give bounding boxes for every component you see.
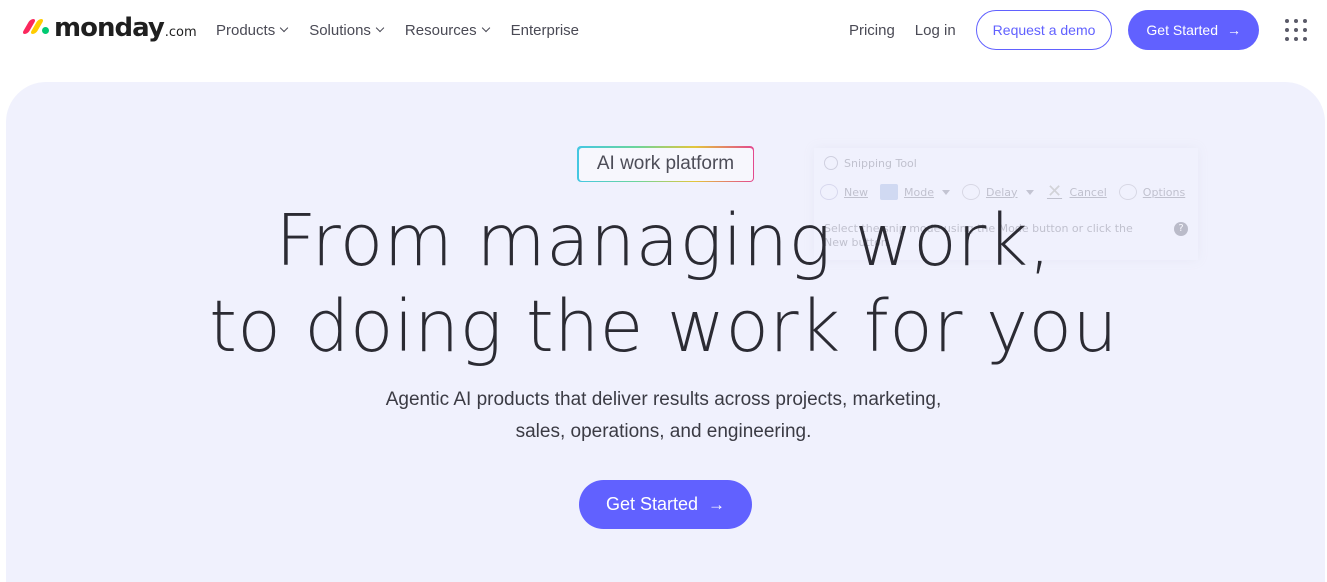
snip-new-label: New [844, 185, 868, 199]
nav-enterprise[interactable]: Enterprise [511, 19, 579, 41]
snipping-tool-title-text: Snipping Tool [844, 156, 917, 170]
nav-enterprise-label: Enterprise [510, 21, 579, 39]
badge-label: AI work platform [578, 147, 753, 181]
logo-suffix: .com [164, 25, 197, 40]
snip-delay-label: Delay [985, 185, 1018, 199]
hero-get-started-label: Get Started [605, 494, 699, 514]
headline-line-2: to doing the work for you [209, 285, 1118, 368]
nav-get-started-label: Get Started [1146, 22, 1218, 38]
chevron-down-icon [375, 23, 385, 33]
arrow-right-icon: → [708, 495, 726, 514]
snip-cancel-label: Cancel [1069, 185, 1107, 199]
hero-subheading: Agentic AI products that deliver results… [0, 384, 1327, 448]
apps-grid-icon[interactable] [1285, 19, 1307, 41]
request-demo-label: Request a demo [992, 22, 1096, 38]
hero-headline: From managing work, to doing the work fo… [0, 198, 1327, 370]
ai-platform-badge: AI work platform [577, 146, 754, 182]
top-navigation: monday .com Products Solutions Resources… [0, 0, 1327, 60]
nav-products[interactable]: Products [216, 19, 289, 41]
delay-dropdown-icon[interactable] [1025, 189, 1034, 195]
login-link[interactable]: Log in [915, 22, 956, 39]
snip-options-label: Options [1142, 185, 1186, 199]
nav-products-label: Products [216, 21, 276, 39]
chevron-down-icon [279, 23, 289, 33]
arrow-right-icon: → [1227, 22, 1241, 38]
request-demo-button[interactable]: Request a demo [975, 10, 1113, 50]
subheading-line-2: sales, operations, and engineering. [515, 421, 812, 442]
monday-logo[interactable]: monday .com [21, 12, 197, 43]
nav-solutions-label: Solutions [309, 21, 371, 39]
logo-wordmark: monday [54, 13, 165, 43]
main-menu: Products Solutions Resources Enterprise [216, 19, 601, 41]
pricing-link[interactable]: Pricing [849, 22, 895, 39]
monday-logo-mark-icon [21, 19, 50, 35]
mode-dropdown-icon[interactable] [941, 189, 950, 195]
nav-resources[interactable]: Resources [404, 19, 490, 41]
scissors-icon [824, 156, 838, 170]
nav-resources-label: Resources [404, 21, 477, 39]
snip-mode-label: Mode [904, 185, 934, 199]
nav-actions: Pricing Log in Request a demo Get Starte… [849, 10, 1307, 50]
nav-get-started-button[interactable]: Get Started → [1128, 10, 1259, 50]
nav-solutions[interactable]: Solutions [309, 19, 385, 41]
snipping-tool-title: Snipping Tool [824, 156, 917, 170]
subheading-line-1: Agentic AI products that deliver results… [385, 389, 942, 410]
chevron-down-icon [481, 23, 490, 33]
hero-get-started-button[interactable]: Get Started → [579, 480, 752, 529]
headline-line-1: From managing work, [275, 199, 1052, 282]
